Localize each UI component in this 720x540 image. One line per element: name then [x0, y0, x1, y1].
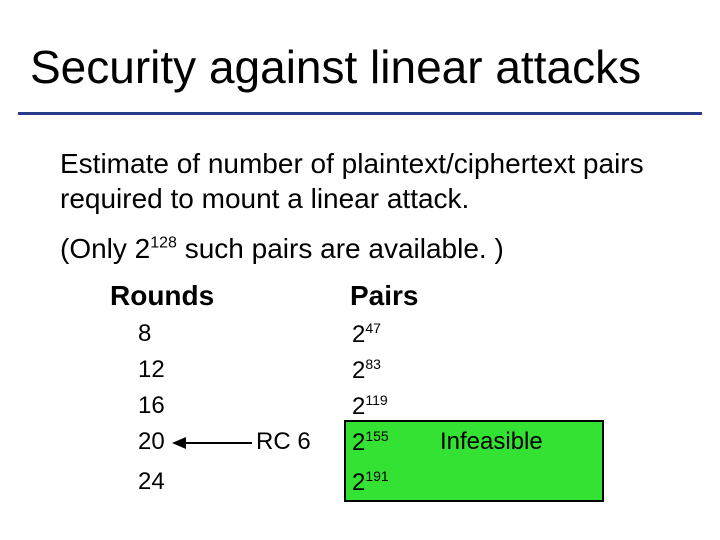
page-title: Security against linear attacks: [30, 44, 641, 90]
pairs-base: 2: [352, 429, 365, 456]
avail-suffix: such pairs are available. ): [177, 233, 504, 264]
intro-text: Estimate of number of plaintext/cipherte…: [60, 146, 680, 216]
pairs-cell: 2191: [352, 468, 472, 497]
pairs-exp: 155: [365, 428, 388, 444]
rounds-cell: 8: [138, 320, 218, 348]
avail-exp: 128: [150, 235, 177, 252]
rounds-cell: 12: [138, 356, 218, 384]
pairs-exp: 83: [365, 356, 381, 372]
avail-prefix: (Only 2: [60, 233, 150, 264]
pairs-exp: 119: [365, 392, 387, 408]
pairs-cell: 247: [352, 320, 472, 349]
pairs-base: 2: [352, 469, 365, 496]
header-rounds: Rounds: [110, 280, 250, 312]
header-pairs: Pairs: [350, 280, 470, 312]
pairs-base: 2: [352, 357, 365, 384]
pairs-exp: 191: [365, 468, 388, 484]
pairs-cell: 2119: [352, 392, 472, 421]
pairs-cell: 283: [352, 356, 472, 385]
pairs-base: 2: [352, 321, 365, 348]
slide: Security against linear attacks Estimate…: [0, 0, 720, 540]
availability-text: (Only 2128 such pairs are available. ): [60, 232, 504, 266]
title-underline: [18, 112, 702, 115]
rounds-cell: 24: [138, 468, 218, 496]
infeasible-label: Infeasible: [440, 428, 543, 456]
rc6-label: RC 6: [256, 428, 311, 456]
arrow-left-icon: [172, 434, 252, 452]
pairs-base: 2: [352, 393, 365, 420]
pairs-exp: 47: [365, 320, 381, 336]
rounds-cell: 16: [138, 392, 218, 420]
